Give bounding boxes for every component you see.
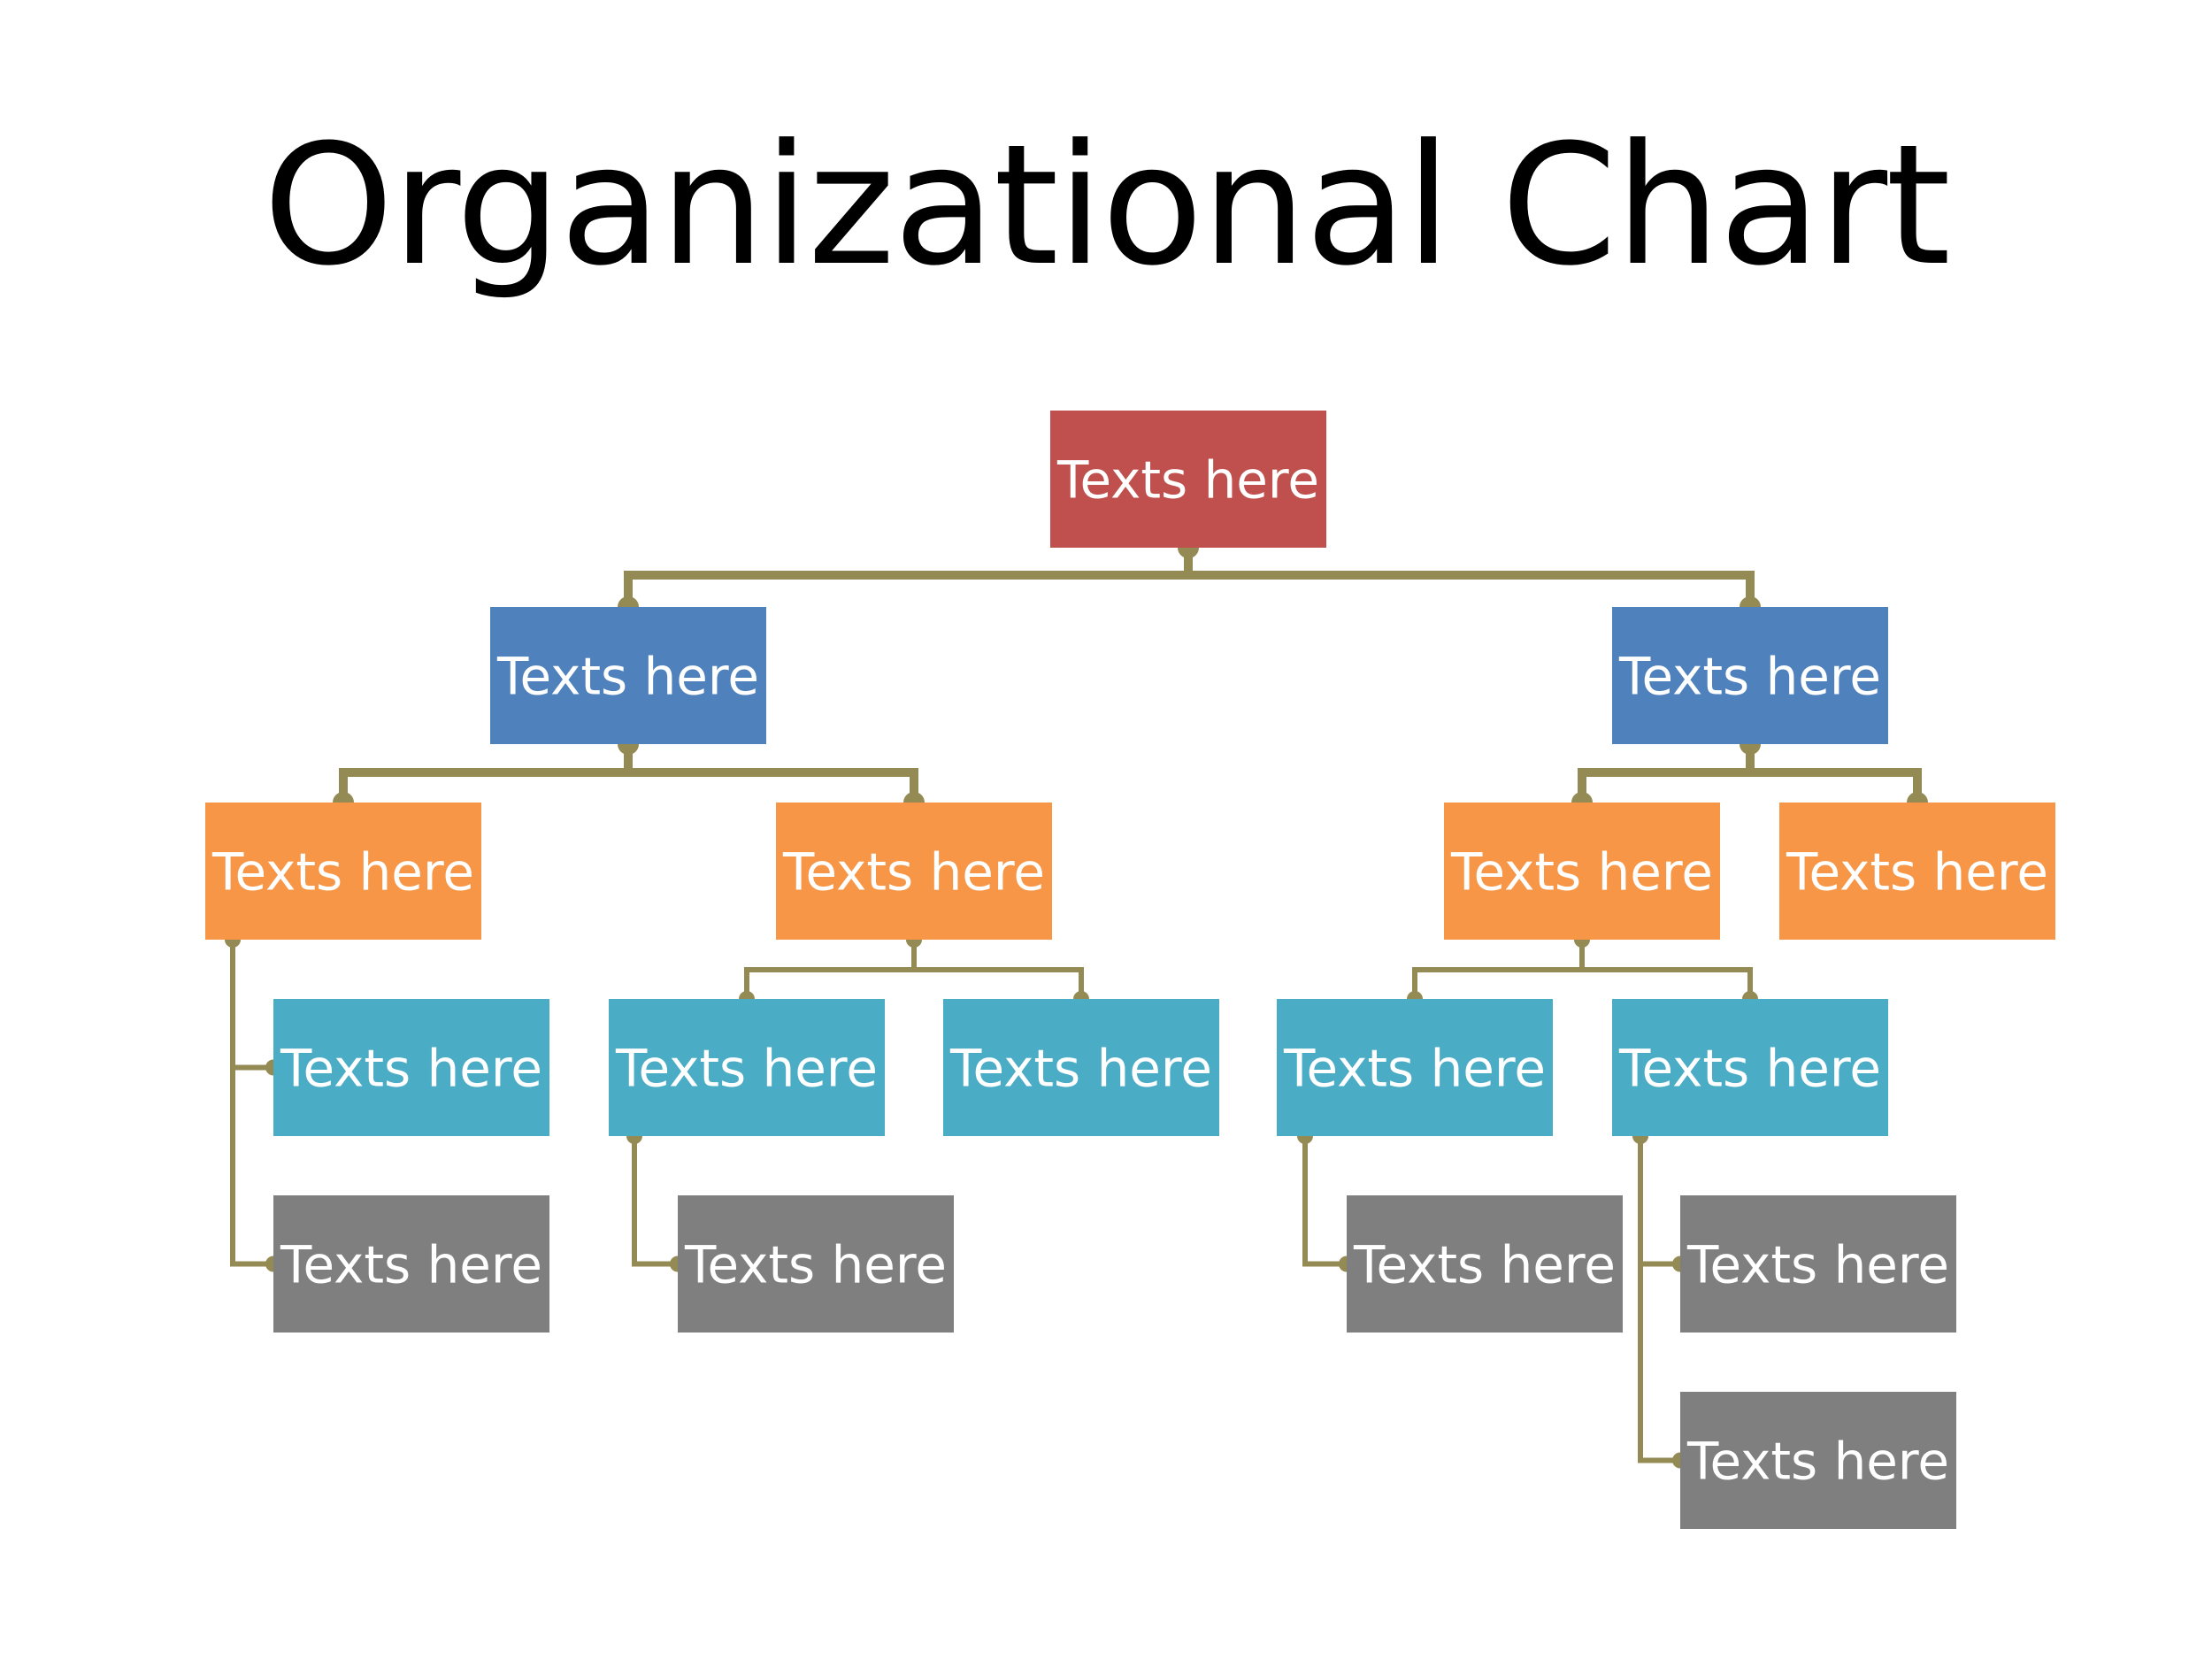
org-node-label: Texts here [949,1039,1212,1099]
org-node-level-5: Texts here [1680,1195,1956,1333]
org-node-level-3: Texts here [1779,803,2055,940]
org-node-level-5: Texts here [1680,1392,1956,1529]
org-node-level-5: Texts here [678,1195,954,1333]
org-chart-diagram: Texts here Texts here Texts here Texts here… [205,411,2055,1529]
org-node-label: Texts here [1786,842,2048,902]
org-node-level-3: Texts here [205,803,481,940]
org-node-label: Texts here [1618,1039,1881,1099]
org-node-level-5: Texts here [273,1195,549,1333]
org-node-level-5: Texts here [1347,1195,1623,1333]
org-node-label: Texts here [1686,1432,1949,1492]
org-node-level-2: Texts here [490,607,766,744]
org-node-level-4: Texts here [943,999,1219,1136]
org-node-level-4: Texts here [273,999,549,1136]
org-node-label: Texts here [496,647,759,707]
org-node-label: Texts here [782,842,1045,902]
org-node-level-3: Texts here [1444,803,1720,940]
org-node-level-4: Texts here [609,999,885,1136]
org-node-label: Texts here [684,1235,947,1295]
org-node-label: Texts here [1056,450,1319,511]
org-node-label: Texts here [1283,1039,1546,1099]
org-node-level-1: Texts here [1050,411,1326,548]
org-node-label: Texts here [1618,647,1881,707]
org-node-label: Texts here [211,842,474,902]
org-node-label: Texts here [1686,1235,1949,1295]
org-node-label: Texts here [280,1039,542,1099]
org-node-level-2: Texts here [1612,607,1888,744]
org-node-level-3: Texts here [776,803,1052,940]
org-node-label: Texts here [1450,842,1713,902]
org-node-level-4: Texts here [1277,999,1553,1136]
org-node-label: Texts here [615,1039,878,1099]
org-node-label: Texts here [1353,1235,1616,1295]
org-node-level-4: Texts here [1612,999,1888,1136]
org-node-label: Texts here [280,1235,542,1295]
